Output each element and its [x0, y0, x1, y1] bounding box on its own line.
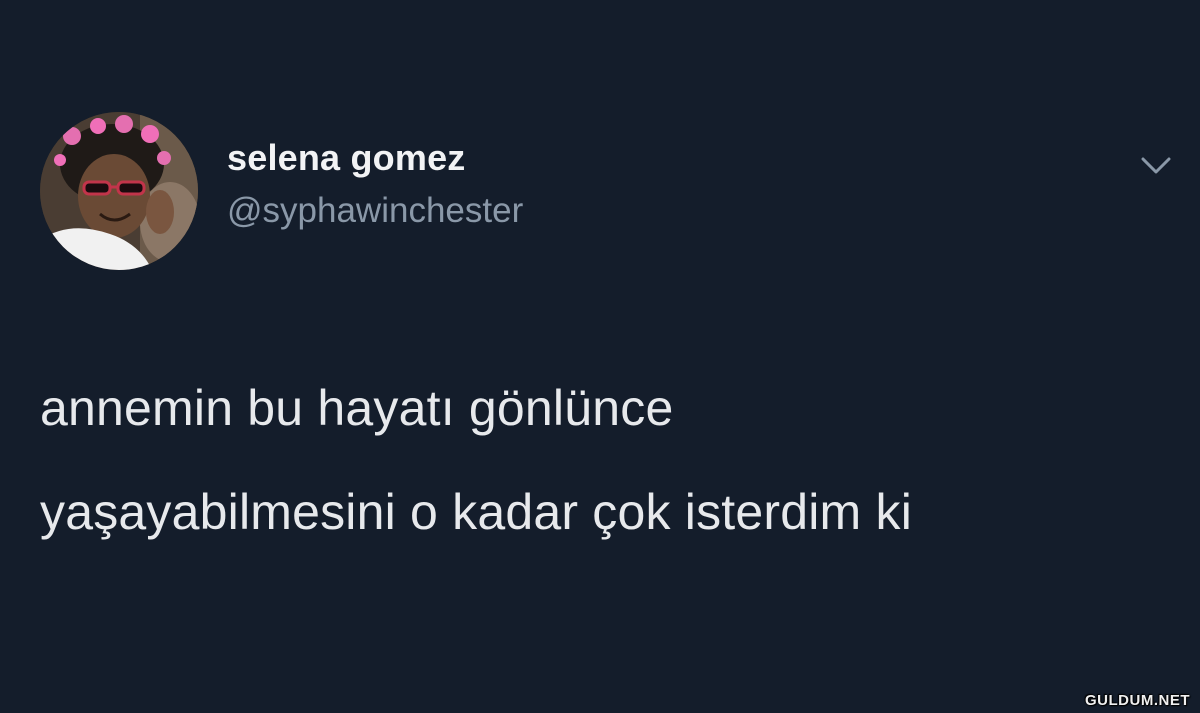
user-handle[interactable]: @syphawinchester	[227, 189, 523, 233]
tweet-text: annemin bu hayatı gönlünce yaşayabilmesi…	[40, 356, 1180, 564]
display-name[interactable]: selena gomez	[227, 136, 523, 180]
tweet-text-line: yaşayabilmesini o kadar çok isterdim ki	[40, 484, 913, 540]
user-info: selena gomez @syphawinchester	[227, 136, 523, 233]
tweet-menu-button[interactable]	[1136, 150, 1176, 180]
site-watermark: GULDUM.NET	[1085, 692, 1190, 709]
chevron-down-icon	[1141, 157, 1171, 174]
profile-photo	[40, 112, 198, 270]
avatar[interactable]	[40, 112, 198, 270]
tweet-text-line: annemin bu hayatı gönlünce	[40, 380, 674, 436]
tweet-card: selena gomez @syphawinchester annemin bu…	[0, 0, 1200, 713]
